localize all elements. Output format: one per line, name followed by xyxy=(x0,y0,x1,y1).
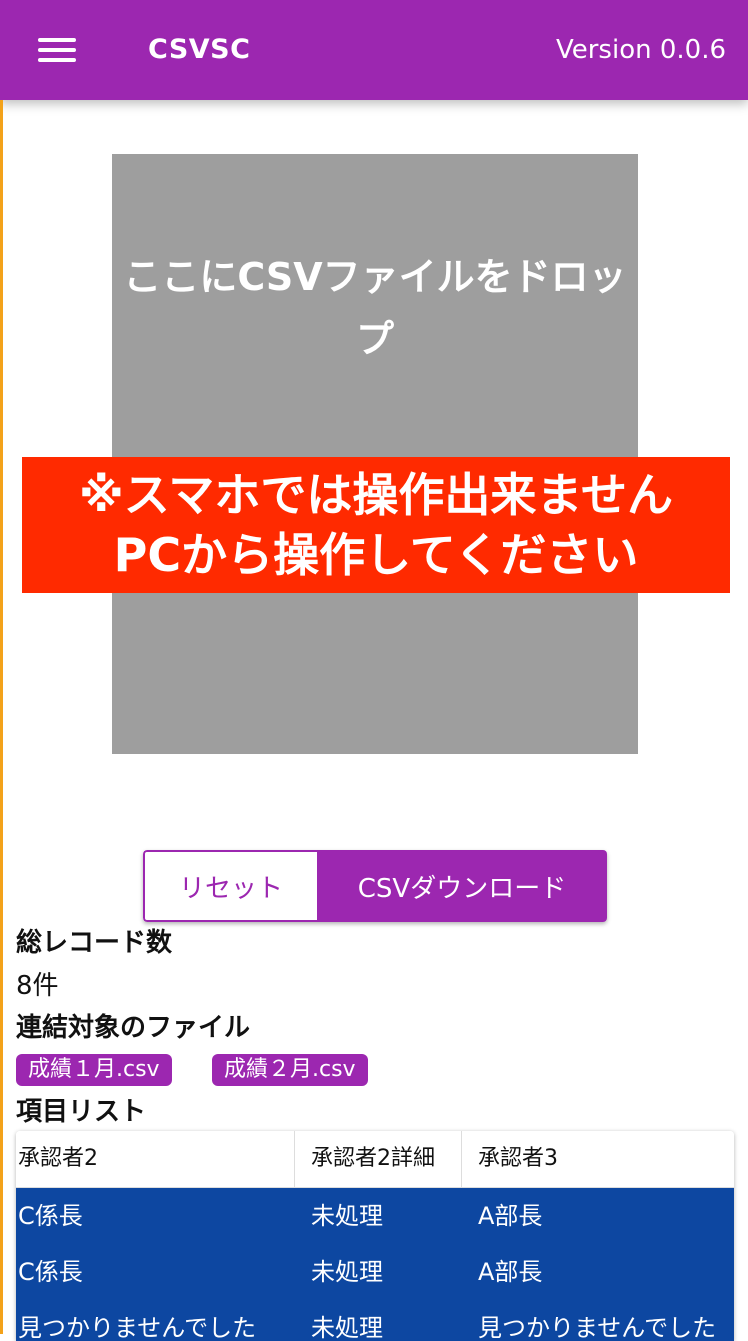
table-cell: 未処理 xyxy=(311,1258,383,1286)
table-row[interactable]: C係長 未処理 A部長 xyxy=(16,1188,734,1244)
table-body: C係長 未処理 A部長 C係長 未処理 A部長 見つかりませんでした 未処理 見… xyxy=(16,1188,734,1341)
table-cell: A部長 xyxy=(478,1258,543,1286)
table-header-row: 承認者2 承認者2詳細 承認者3 xyxy=(16,1131,734,1188)
column-header[interactable]: 承認者3 xyxy=(462,1131,734,1187)
reset-button[interactable]: リセット xyxy=(143,850,317,922)
table-cell: A部長 xyxy=(478,1202,543,1230)
app-title: CSVSC xyxy=(148,34,251,65)
target-files-heading: 連結対象のファイル xyxy=(16,1013,251,1043)
item-list-heading: 項目リスト xyxy=(16,1097,147,1127)
drop-zone-text: ここにCSVファイルをドロッ プ xyxy=(112,246,638,370)
table-row[interactable]: 見つかりませんでした 未処理 見つかりませんでした xyxy=(16,1300,734,1341)
action-button-group: リセット CSVダウンロード xyxy=(143,850,607,922)
column-header[interactable]: 承認者2詳細 xyxy=(295,1131,462,1187)
table-cell: 未処理 xyxy=(311,1202,383,1230)
total-records-value: 8件 xyxy=(16,971,59,1001)
app-bar: CSVSC Version 0.0.6 xyxy=(0,0,748,100)
column-header[interactable]: 承認者2 xyxy=(16,1131,295,1187)
warning-line1: ※スマホでは操作出来ません xyxy=(79,468,673,522)
hamburger-menu-icon[interactable] xyxy=(38,38,76,62)
file-chip-1[interactable]: 成績１月.csv xyxy=(16,1054,172,1086)
table-cell: 未処理 xyxy=(311,1314,383,1341)
table-cell: C係長 xyxy=(18,1202,83,1230)
csv-download-button[interactable]: CSVダウンロード xyxy=(317,850,607,922)
warning-line2: PCから操作してください xyxy=(113,528,639,582)
table-cell: C係長 xyxy=(18,1258,83,1286)
file-chip-2[interactable]: 成績２月.csv xyxy=(212,1054,368,1086)
total-records-heading: 総レコード数 xyxy=(16,928,173,958)
table-row[interactable]: C係長 未処理 A部長 xyxy=(16,1244,734,1300)
csv-drop-zone[interactable]: ここにCSVファイルをドロッ プ xyxy=(112,154,638,754)
table-cell: 見つかりませんでした xyxy=(478,1314,717,1341)
left-edge-accent xyxy=(0,100,3,1334)
mobile-warning-banner: ※スマホでは操作出来ません PCから操作してください xyxy=(22,457,730,593)
drop-zone-text-line2: プ xyxy=(355,317,394,361)
table-cell: 見つかりませんでした xyxy=(18,1314,257,1341)
item-table: 承認者2 承認者2詳細 承認者3 C係長 未処理 A部長 C係長 未処理 A部長… xyxy=(16,1131,734,1341)
drop-zone-text-line1: ここにCSVファイルをドロッ xyxy=(123,255,627,299)
app-version: Version 0.0.6 xyxy=(555,35,726,65)
